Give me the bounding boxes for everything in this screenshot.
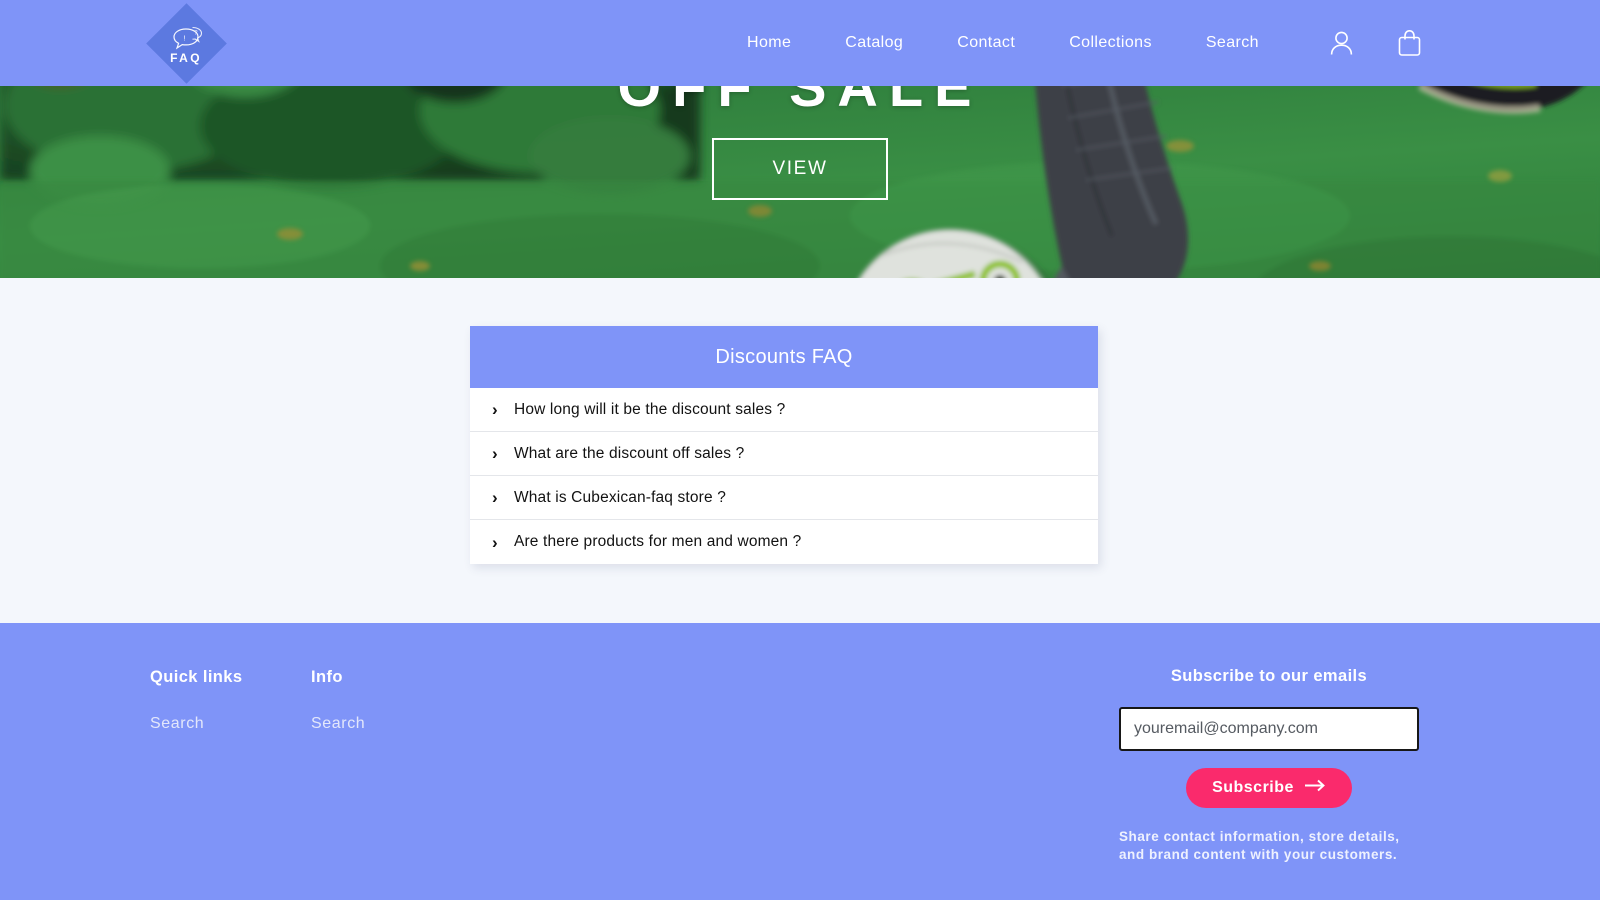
faq-question-list: › How long will it be the discount sales…: [470, 388, 1098, 564]
main-content: Discounts FAQ › How long will it be the …: [0, 278, 1600, 623]
hero-content: OFF SALE VIEW: [0, 86, 1600, 278]
footer-info-title: Info: [311, 668, 343, 686]
footer-column-info: Info Search: [311, 668, 365, 733]
subscribe-button[interactable]: Subscribe: [1186, 768, 1352, 808]
chevron-right-icon: ›: [492, 400, 498, 419]
newsletter-title: Subscribe to our emails: [1170, 667, 1368, 685]
cart-icon[interactable]: [1396, 29, 1422, 57]
footer-link-search-quick[interactable]: Search: [150, 715, 242, 733]
account-icon[interactable]: [1328, 29, 1354, 57]
footer-column-quick-links: Quick links Search: [150, 668, 242, 733]
header-icon-group: [1328, 0, 1422, 86]
site-footer: Quick links Search Info Search Subscribe…: [0, 623, 1600, 900]
svg-text:?: ?: [194, 30, 198, 37]
footer-link-search-info[interactable]: Search: [311, 715, 365, 733]
chevron-right-icon: ›: [492, 488, 498, 507]
hero-view-button[interactable]: VIEW: [712, 138, 888, 200]
faq-question-label: What are the discount off sales ?: [514, 444, 745, 462]
site-header: ! ? FAQ Home Catalog Contact Collections…: [0, 0, 1600, 86]
faq-row-3[interactable]: › What is Cubexican-faq store ?: [470, 476, 1098, 520]
arrow-right-icon: [1304, 779, 1326, 797]
faq-row-2[interactable]: › What are the discount off sales ?: [470, 432, 1098, 476]
main-navigation: Home Catalog Contact Collections Search: [720, 0, 1286, 86]
nav-item-catalog[interactable]: Catalog: [818, 0, 930, 86]
newsletter-signup: Subscribe to our emails Subscribe Share …: [1119, 667, 1419, 864]
hero-banner: CE OFF SAL: [0, 86, 1600, 278]
subscribe-button-label: Subscribe: [1212, 779, 1294, 796]
chevron-right-icon: ›: [492, 532, 498, 552]
faq-accordion-card: Discounts FAQ › How long will it be the …: [470, 326, 1098, 564]
faq-question-label: Are there products for men and women ?: [514, 533, 802, 550]
hero-title: OFF SALE: [617, 86, 983, 118]
faq-card-title: Discounts FAQ: [470, 326, 1098, 388]
faq-question-label: How long will it be the discount sales ?: [514, 400, 786, 418]
nav-item-contact[interactable]: Contact: [930, 0, 1042, 86]
faq-row-4[interactable]: › Are there products for men and women ?: [470, 520, 1098, 564]
svg-text:!: !: [184, 34, 186, 43]
chevron-right-icon: ›: [492, 444, 498, 463]
newsletter-note: Share contact information, store details…: [1119, 829, 1400, 863]
faq-row-1[interactable]: › How long will it be the discount sales…: [470, 388, 1098, 432]
nav-item-search[interactable]: Search: [1179, 0, 1286, 86]
speech-bubbles-question-icon: ! ?: [150, 7, 222, 79]
site-logo[interactable]: ! ? FAQ: [145, 2, 227, 84]
page-root: ! ? FAQ Home Catalog Contact Collections…: [0, 0, 1600, 900]
faq-question-label: What is Cubexican-faq store ?: [514, 488, 726, 506]
email-input[interactable]: [1119, 707, 1419, 751]
footer-quick-links-title: Quick links: [150, 668, 243, 686]
nav-item-collections[interactable]: Collections: [1042, 0, 1179, 86]
nav-item-home[interactable]: Home: [720, 0, 818, 86]
logo-text: FAQ: [170, 51, 202, 65]
